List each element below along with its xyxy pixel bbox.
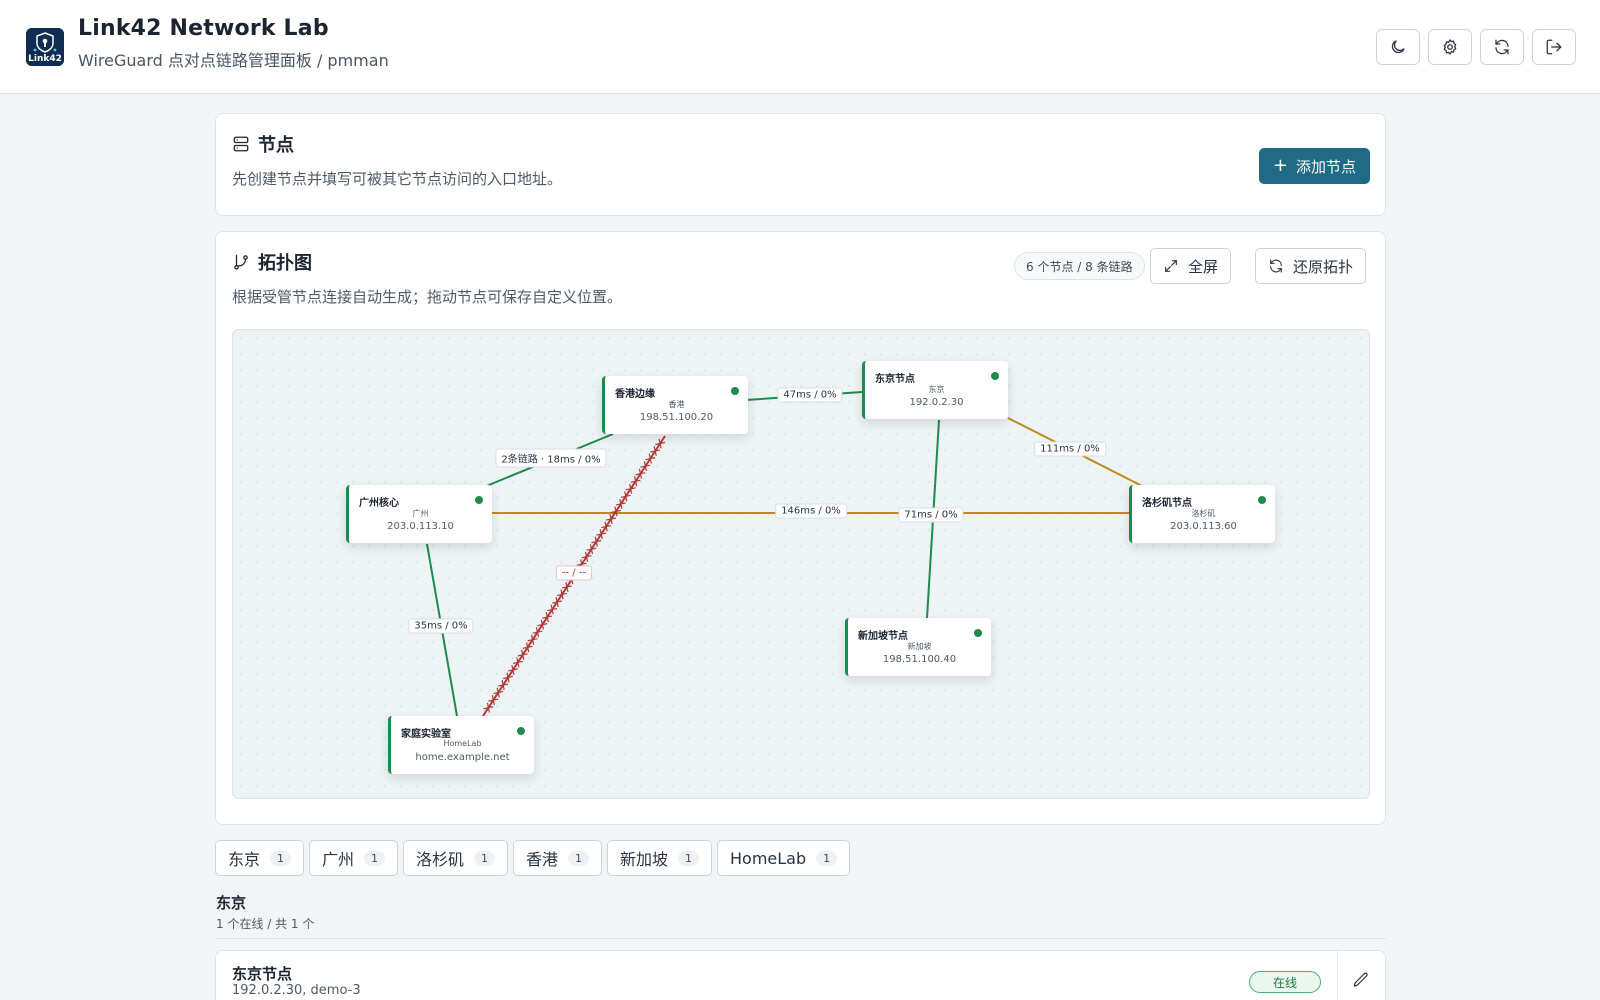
node-region: 香港: [668, 400, 685, 409]
status-dot: [1258, 496, 1266, 504]
reset-topology-button[interactable]: 还原拓扑: [1255, 248, 1367, 284]
plus-icon: +: [1272, 155, 1288, 176]
nodes-card-heading: 节点: [232, 131, 294, 157]
status-dot: [991, 372, 999, 380]
nodes-card: 节点 先创建节点并填写可被其它节点访问的入口地址。 + 添加节点: [215, 113, 1386, 216]
link-label: 146ms / 0%: [775, 503, 847, 519]
logout-button[interactable]: [1532, 29, 1576, 65]
git-branch-icon: [234, 254, 248, 270]
status-dot: [974, 629, 982, 637]
node-region: 广州: [412, 509, 429, 518]
theme-toggle-button[interactable]: [1376, 29, 1420, 65]
node-address: 192.0.2.30: [909, 397, 964, 408]
node-row-name: 东京节点: [232, 965, 293, 983]
nodes-card-description: 先创建节点并填写可被其它节点访问的入口地址。: [232, 170, 563, 188]
region-filter-count: 1: [474, 850, 496, 866]
region-filter-label: 东京: [228, 850, 261, 869]
node-row-address: 192.0.2.30, demo-3: [232, 983, 361, 998]
reset-topology-label: 还原拓扑: [1293, 257, 1354, 276]
nodes-card-title: 节点: [258, 135, 294, 156]
app-subtitle: WireGuard 点对点链路管理面板 / pmman: [78, 51, 389, 70]
topology-node-la[interactable]: 洛杉矶节点 洛杉矶 203.0.113.60: [1129, 485, 1275, 543]
region-filter-chip[interactable]: HomeLab 1: [717, 840, 851, 876]
node-address: 198.51.100.20: [639, 412, 714, 423]
region-filter-count: 1: [568, 850, 590, 866]
server-icon: [233, 136, 249, 152]
node-region: 东京: [928, 385, 945, 394]
link-label: 111ms / 0%: [1034, 441, 1106, 457]
region-filter-chip[interactable]: 广州 1: [309, 840, 399, 876]
region-filter-count: 1: [678, 850, 700, 866]
region-filter-label: 新加坡: [620, 850, 669, 869]
topology-canvas[interactable]: 47ms / 0% 2条链路 · 18ms / 0% 111ms / 0% 146ms…: [232, 329, 1370, 799]
node-name: 香港边缘: [615, 389, 655, 400]
status-dot: [517, 727, 525, 735]
node-name: 新加坡节点: [858, 631, 908, 642]
add-node-button[interactable]: + 添加节点: [1258, 148, 1370, 184]
topology-card-heading: 拓扑图: [232, 249, 312, 275]
fullscreen-button[interactable]: 全屏: [1150, 248, 1232, 284]
topology-card: 拓扑图 根据受管节点连接自动生成；拖动节点可保存自定义位置。 6 个节点 / 8…: [215, 231, 1386, 825]
topology-card-description: 根据受管节点连接自动生成；拖动节点可保存自定义位置。: [232, 288, 623, 306]
fullscreen-label: 全屏: [1188, 257, 1219, 276]
node-name: 家庭实验室: [401, 729, 451, 740]
gear-icon: [1443, 39, 1457, 55]
edit-node-button[interactable]: [1352, 971, 1372, 991]
group-divider: [215, 938, 1386, 939]
node-address: home.example.net: [415, 752, 510, 763]
node-address: 203.0.113.10: [387, 521, 454, 532]
topology-summary-badge: 6 个节点 / 8 条链路: [1014, 252, 1145, 280]
link-label: 2条链路 · 18ms / 0%: [495, 448, 607, 468]
refresh-icon: [1270, 259, 1282, 273]
app-title: Link42 Network Lab: [78, 16, 329, 41]
node-address: 198.51.100.40: [882, 654, 957, 665]
node-name: 洛杉矶节点: [1142, 498, 1192, 509]
logo-text: Link42: [28, 54, 62, 64]
region-filter-label: 香港: [526, 850, 559, 869]
topology-node-hk[interactable]: 香港边缘香港 198.51.100.20: [602, 376, 748, 434]
link-label: 47ms / 0%: [777, 387, 843, 403]
region-filter-count: 1: [816, 850, 838, 866]
region-filter-chip[interactable]: 香港 1: [513, 840, 603, 876]
node-region: HomeLab: [443, 739, 482, 748]
moon-icon: [1391, 40, 1405, 54]
link-label: 35ms / 0%: [408, 618, 474, 634]
node-row[interactable]: 东京节点 192.0.2.30, demo-3 在线: [215, 950, 1386, 1000]
region-filter-chip[interactable]: 洛杉矶 1: [403, 840, 509, 876]
node-region: 洛杉矶: [1191, 509, 1216, 518]
app-logo: Link42: [26, 28, 64, 66]
region-filter-label: HomeLab: [730, 848, 807, 868]
expand-icon: [1165, 260, 1177, 272]
node-region: 新加坡: [907, 642, 932, 651]
node-name: 东京节点: [875, 374, 915, 385]
topology-card-title: 拓扑图: [258, 253, 312, 274]
logout-icon: [1546, 39, 1562, 55]
topology-node-tokyo[interactable]: 东京节点东京 192.0.2.30: [862, 361, 1008, 419]
link-label: 71ms / 0%: [898, 507, 964, 523]
refresh-button[interactable]: [1480, 29, 1524, 65]
group-summary: 1 个在线 / 共 1 个: [216, 917, 315, 931]
status-dot: [731, 387, 739, 395]
refresh-icon: [1495, 39, 1509, 55]
node-address: 203.0.113.60: [1170, 521, 1237, 532]
region-filter-label: 广州: [322, 850, 355, 869]
add-node-label: 添加节点: [1295, 157, 1356, 176]
status-dot: [475, 496, 483, 504]
node-name: 广州核心: [359, 498, 399, 509]
top-bar: Link42 Link42 Network Lab WireGuard 点对点链…: [0, 0, 1600, 94]
region-filter-count: 1: [270, 850, 292, 866]
pencil-icon: [1353, 972, 1368, 987]
topology-node-sg[interactable]: 新加坡节点 新加坡 198.51.100.40: [845, 618, 991, 676]
region-filter-count: 1: [364, 850, 386, 866]
region-filter-chip[interactable]: 新加坡 1: [607, 840, 713, 876]
region-filter-chip[interactable]: 东京 1: [215, 840, 305, 876]
group-title: 东京: [216, 894, 247, 912]
status-badge: 在线: [1249, 971, 1321, 993]
row-divider: [1337, 951, 1338, 1000]
link-label: -- / --: [555, 565, 593, 581]
settings-button[interactable]: [1428, 29, 1472, 65]
topology-node-gz[interactable]: 广州核心广州 203.0.113.10: [346, 485, 492, 543]
topology-node-home[interactable]: 家庭实验室 HomeLab home.example.net: [388, 716, 534, 774]
region-filter-label: 洛杉矶: [416, 850, 465, 869]
